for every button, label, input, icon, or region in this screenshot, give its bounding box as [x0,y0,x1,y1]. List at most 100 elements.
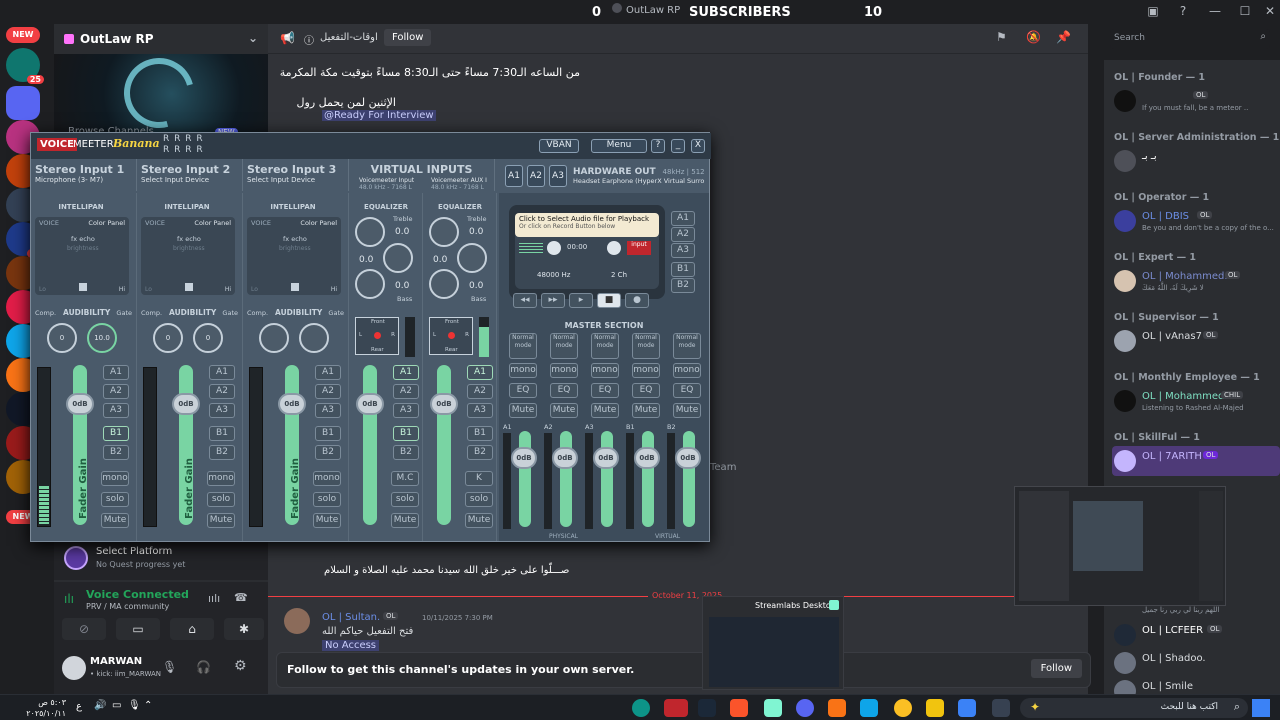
intellipan-pad[interactable]: VOICE Color Panel fx echo brightness Lo … [141,217,235,295]
quest-panel[interactable]: Select Platform No Quest progress yet [54,540,268,580]
server-icon[interactable] [6,86,40,120]
input-header[interactable]: Stereo Input 3 Select Input Device [243,159,349,191]
mic-icon[interactable]: 🎙 [162,660,177,674]
eq-knob[interactable] [457,243,487,273]
eq-knob[interactable] [429,269,459,299]
headphones-icon[interactable]: 🎧 [196,660,211,674]
fader-track[interactable] [601,431,613,527]
tray-chevron-icon[interactable]: ⌃ [144,700,152,711]
bus-b2[interactable]: B2 [393,445,419,460]
pin-icon[interactable]: 📌 [1056,30,1071,44]
bus-b2[interactable]: B2 [315,445,341,460]
bus-b2[interactable]: B2 [103,445,129,460]
menu-button[interactable]: Menu [591,139,647,153]
bus-b2[interactable]: B2 [467,445,493,460]
eq-button[interactable]: EQ [673,383,701,398]
play-button[interactable]: ▸ [569,293,593,308]
settings-gear-icon[interactable]: ⚙ [234,658,247,674]
pan-cursor[interactable] [79,283,87,291]
bus-a1[interactable]: A1 [467,365,493,380]
fader-knob[interactable]: 0dB [552,447,578,469]
bus-a1[interactable]: A1 [393,365,419,380]
mono-button[interactable]: mono [509,363,537,378]
help-button[interactable]: ? [651,139,665,153]
camera-off-icon[interactable]: ⊘ [62,618,106,640]
eq-button[interactable]: EQ [632,383,660,398]
eq-button[interactable]: EQ [591,383,619,398]
eq-knob[interactable] [383,243,413,273]
member-item[interactable]: OL | Mohammed CHIL Listening to Rashed Al-… [1112,386,1276,416]
surround-cursor[interactable] [448,332,455,339]
mono-button[interactable]: mono [632,363,660,378]
task-view-icon[interactable] [992,699,1010,717]
bus-b1[interactable]: B1 [393,426,419,441]
copilot-icon[interactable] [958,699,976,717]
mute-button[interactable]: Mute [591,403,619,418]
normal-mode-button[interactable]: Normal mode [550,333,578,359]
mute-button[interactable]: Mute [313,513,341,528]
bus-b1[interactable]: B1 [467,426,493,441]
mute-button[interactable]: Mute [550,403,578,418]
bus-b1[interactable]: B1 [315,426,341,441]
close-button[interactable]: X [691,139,705,153]
mute-bell-icon[interactable]: 🔕 [1026,30,1041,44]
maximize-icon[interactable]: ☐ [1237,4,1253,20]
surround-cursor[interactable] [374,332,381,339]
mono-button[interactable]: mono [207,471,235,486]
mono-button[interactable]: mono [101,471,129,486]
eq-knob[interactable] [355,269,385,299]
member-item[interactable]: OL | Mohammed. OL لا شَرِيكَ لَهُ، اللَّهُ… [1112,266,1276,296]
fader-track[interactable] [560,431,572,527]
normal-mode-button[interactable]: Normal mode [673,333,701,359]
intellipan-pad[interactable]: VOICE Color Panel fx echo brightness Lo … [247,217,341,295]
playback-prompt[interactable]: Click to Select Audio file for Playback … [515,213,659,237]
no-access-mention[interactable]: No Access [322,640,380,651]
server-icon[interactable]: 25 [6,48,44,84]
guild-header[interactable]: OutLaw RP ⌄ [54,24,268,54]
info-icon[interactable]: ⓘ [304,32,314,47]
bus-a3[interactable]: A3 [209,403,235,418]
bus-b1[interactable]: B1 [209,426,235,441]
mute-button[interactable]: Mute [632,403,660,418]
eq-knob[interactable] [429,217,459,247]
comp-knob[interactable] [259,323,289,353]
member-item[interactable]: OL If you must fall, be a meteor .. [1112,86,1276,116]
search-input[interactable]: Search ⌕ [1110,29,1270,49]
taskbar-preview-popup[interactable]: Streamlabs Desktop [702,596,844,690]
mc-button[interactable]: M.C [391,471,419,486]
activity-icon[interactable]: ⌂ [170,618,214,640]
member-item[interactable]: OL | Shadoo. [1112,648,1276,678]
disconnect-icon[interactable]: ☎ [234,591,248,604]
microphone-icon[interactable]: 🎙 [128,700,141,711]
fader-knob[interactable]: 0dB [66,393,94,415]
follow-bar-button[interactable]: Follow [1030,659,1082,678]
input-header[interactable]: Stereo Input 1 Microphone (3- M7) [31,159,137,191]
comp-knob[interactable]: 0 [153,323,183,353]
app-icon[interactable] [828,699,846,717]
solo-button[interactable]: solo [465,492,493,507]
bus-b2[interactable]: B2 [209,445,235,460]
voicemeeter-taskbar-icon[interactable] [664,699,688,717]
rec-bus-a3[interactable]: A3 [671,243,695,258]
rec-bus-a2[interactable]: A2 [671,227,695,242]
bus-a3[interactable]: A3 [393,403,419,418]
mono-button[interactable]: mono [591,363,619,378]
solo-button[interactable]: solo [101,492,129,507]
steam-icon[interactable] [698,699,716,717]
mono-button[interactable]: mono [313,471,341,486]
window-thumbnail[interactable] [1014,486,1226,606]
normal-mode-button[interactable]: Normal mode [509,333,537,359]
bus-a1[interactable]: A1 [209,365,235,380]
inbox-icon[interactable]: ▣ [1145,4,1161,20]
hw-a3-button[interactable]: A3 [549,165,567,187]
close-icon[interactable]: ✕ [1262,4,1278,20]
hardware-out-header[interactable]: HARDWARE OUT 48kHz | 512 Headset Earphon… [573,163,709,185]
streamlabs-taskbar-icon[interactable] [764,699,782,717]
message-author[interactable]: OL | Sultan. [322,612,380,623]
solo-button[interactable]: solo [391,492,419,507]
voice-channel[interactable]: PRV / MA community [86,602,169,611]
mono-button[interactable]: mono [673,363,701,378]
mute-button[interactable]: Mute [509,403,537,418]
brave-icon[interactable] [730,699,748,717]
gate-knob[interactable]: 0 [193,323,223,353]
